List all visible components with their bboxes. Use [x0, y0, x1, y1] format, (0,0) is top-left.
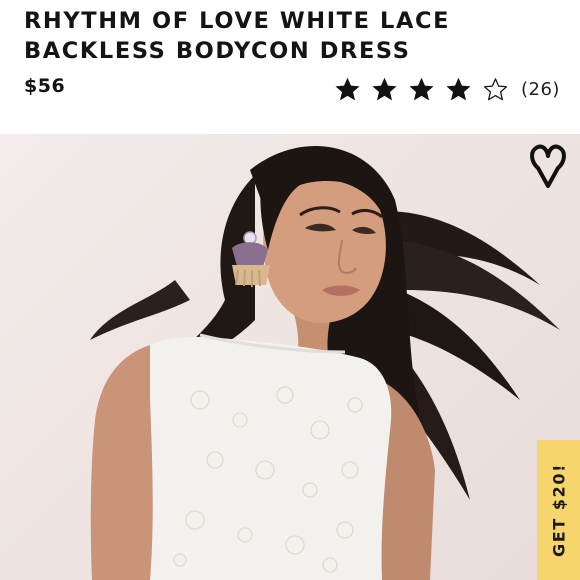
product-title: RHYTHM OF LOVE WHITE LACE BACKLESS BODYC…	[24, 8, 451, 64]
model-illustration	[90, 146, 560, 580]
product-price: $56	[24, 75, 66, 97]
heart-icon	[530, 144, 566, 188]
star-filled-icon	[445, 76, 472, 103]
favorite-button[interactable]	[528, 144, 568, 190]
product-header: RHYTHM OF LOVE WHITE LACE BACKLESS BODYC…	[0, 0, 580, 134]
get-20-promo-tab[interactable]: GET $20!	[537, 440, 580, 580]
star-filled-icon	[408, 76, 435, 103]
rating-count: (26)	[521, 78, 560, 100]
star-filled-icon	[371, 76, 398, 103]
star-filled-icon	[334, 76, 361, 103]
star-empty-icon	[482, 76, 509, 103]
product-photo[interactable]	[0, 134, 580, 580]
promo-label: GET $20!	[549, 462, 568, 558]
rating[interactable]: (26)	[334, 72, 560, 106]
